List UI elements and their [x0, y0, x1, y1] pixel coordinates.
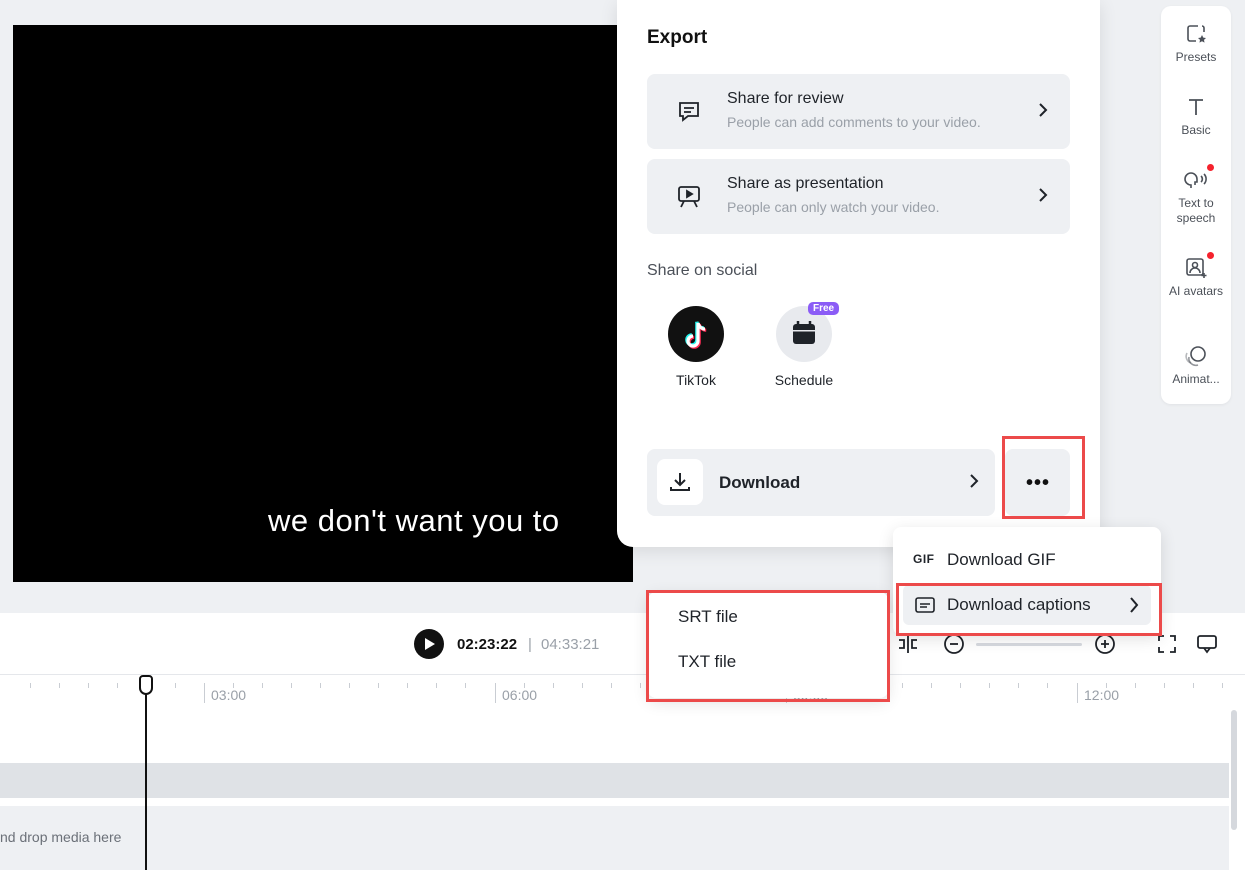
notification-dot [1207, 164, 1214, 171]
share-review-subtitle: People can add comments to your video. [727, 114, 981, 130]
chevron-right-icon [1039, 103, 1048, 117]
schedule-button[interactable]: Free Schedule [764, 302, 844, 388]
play-button[interactable] [414, 629, 444, 659]
notification-dot [1207, 252, 1214, 259]
comment-icon[interactable] [1195, 632, 1219, 656]
timeline-ruler[interactable]: 03:00 06:00 09:00 12:00 [0, 675, 1245, 705]
playhead[interactable] [145, 691, 147, 870]
download-icon [657, 459, 703, 505]
export-title: Export [647, 27, 708, 48]
tool-basic-text[interactable]: Basic [1161, 95, 1231, 138]
tool-label: Text to speech [1176, 196, 1216, 225]
gif-icon: GIF [913, 552, 935, 566]
animation-icon [1184, 344, 1208, 368]
tiktok-icon [668, 306, 724, 362]
share-presentation-subtitle: People can only watch your video. [727, 199, 940, 215]
text-icon [1184, 95, 1208, 119]
share-for-review-button[interactable]: Share for review People can add comments… [647, 74, 1070, 149]
share-presentation-title: Share as presentation [727, 175, 884, 192]
zoom-slider[interactable] [976, 643, 1082, 646]
highlight-box [1002, 436, 1085, 519]
share-review-title: Share for review [727, 90, 844, 107]
drop-hint: nd drop media here [0, 829, 122, 845]
play-icon [425, 638, 435, 650]
video-caption: we don't want you to [268, 503, 560, 538]
tool-ai-avatars[interactable]: AI avatars [1161, 252, 1231, 299]
chevron-right-icon [970, 474, 979, 488]
video-preview[interactable]: we don't want you to [13, 25, 633, 582]
calendar-icon: Free [776, 302, 840, 362]
ai-avatar-icon [1184, 252, 1214, 280]
tool-label: Basic [1181, 123, 1211, 137]
timeline[interactable]: 03:00 06:00 09:00 12:00 nd drop media he… [0, 675, 1245, 870]
playhead-handle[interactable] [139, 675, 153, 695]
download-label: Download [719, 473, 801, 492]
highlight-box [646, 590, 890, 702]
highlight-box [896, 583, 1162, 636]
timeline-scrollbar[interactable] [1231, 710, 1237, 830]
tool-label: Presets [1175, 50, 1217, 64]
schedule-label: Schedule [774, 372, 834, 388]
chevron-right-icon [1039, 188, 1048, 202]
tool-label: Animat... [1172, 372, 1220, 386]
tool-animation[interactable]: Animat... [1161, 344, 1231, 387]
tick-label: 12:00 [1084, 687, 1120, 703]
tick-label: 03:00 [211, 687, 247, 703]
download-gif-label: Download GIF [947, 550, 1056, 569]
comment-icon [675, 98, 703, 126]
text-to-speech-icon [1184, 164, 1214, 192]
current-time: 02:23:22 [457, 636, 518, 653]
free-badge: Free [808, 302, 840, 315]
tool-text-to-speech[interactable]: Text to speech [1161, 164, 1231, 226]
tool-label: AI avatars [1168, 284, 1224, 298]
tiktok-label: TikTok [676, 372, 716, 388]
share-as-presentation-button[interactable]: Share as presentation People can only wa… [647, 159, 1070, 234]
download-gif-item[interactable]: GIF Download GIF [903, 540, 1151, 580]
right-tool-panel: Presets Basic Text to speech AI avatars … [1161, 6, 1231, 404]
media-drop-zone[interactable] [0, 806, 1229, 870]
tool-presets[interactable]: Presets [1161, 22, 1231, 65]
tiktok-share-button[interactable]: TikTok [656, 306, 736, 388]
download-button[interactable]: Download [647, 449, 995, 516]
share-on-social-heading: Share on social [647, 262, 758, 279]
tick-label: 06:00 [502, 687, 538, 703]
caption-track[interactable] [0, 763, 1229, 798]
time-separator: | [528, 636, 532, 653]
total-time: 04:33:21 [541, 636, 600, 653]
presentation-icon [675, 183, 703, 211]
presets-icon [1184, 22, 1208, 46]
